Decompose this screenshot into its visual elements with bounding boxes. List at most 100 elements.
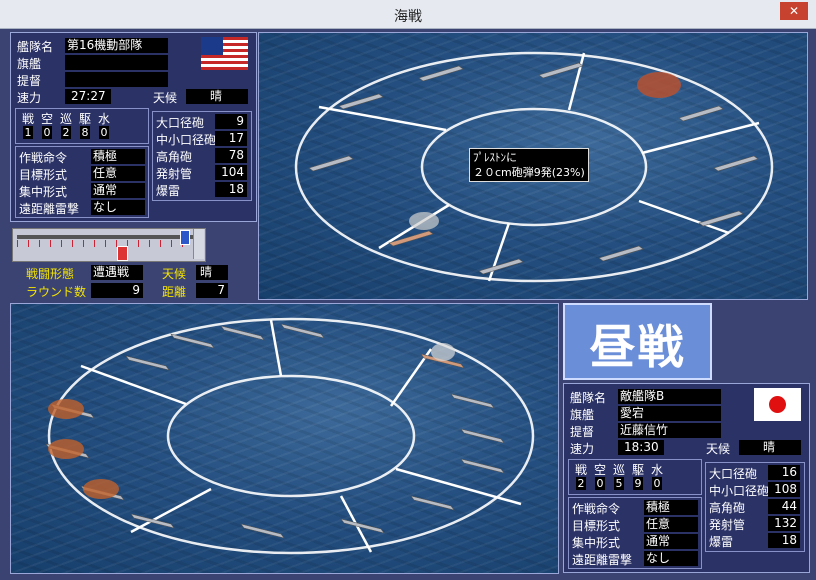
weapon-label: 爆雷 — [156, 184, 181, 198]
ship-icon — [538, 62, 584, 79]
order-label: 目標形式 — [19, 168, 68, 182]
enemy-weapons: 大口径砲 16 中小口径砲 108 高角砲 44 発射管 132 爆雷 18 — [705, 462, 805, 552]
formation-value: 遭遇戦 — [91, 265, 143, 280]
ship-type-header-bb: 戦 — [575, 463, 588, 477]
ship-icon — [450, 393, 495, 409]
ship-type-header-cv: 空 — [594, 463, 607, 477]
weapon-label: 高角砲 — [156, 150, 193, 164]
weapon-value: 108 — [768, 482, 800, 497]
round-label: ラウンド数 — [26, 285, 87, 299]
enemy-speed-label: 速力 — [570, 442, 595, 456]
game-window: 海戦 ✕ 艦隊名 第16機動部隊 旗艦 提督 速力 27:27 天候 晴 戦 空… — [0, 0, 816, 580]
ship-count-ss: 0 — [99, 126, 109, 139]
japan-flag-icon — [754, 388, 801, 421]
weapon-value: 18 — [768, 533, 800, 548]
weapon-label: 発射管 — [709, 518, 746, 532]
ship-count-bb: 1 — [23, 126, 33, 139]
weapon-label: 発射管 — [156, 167, 193, 181]
ship-count-cv: 0 — [595, 477, 605, 490]
smoke-icon — [431, 343, 455, 361]
fire-icon — [48, 399, 84, 419]
ship-type-header-ca: 巡 — [60, 112, 73, 126]
ship-icon — [460, 428, 505, 444]
enemy-fleet-panel: 艦隊名 敵艦隊B 旗艦 愛宕 提督 近藤信竹 速力 18:30 天候 晴 戦 空… — [563, 383, 810, 573]
allied-fleet-panel: 艦隊名 第16機動部隊 旗艦 提督 速力 27:27 天候 晴 戦 空 巡 駆 … — [10, 32, 257, 222]
enemy-fleet-name: 敵艦隊B — [618, 389, 721, 404]
usa-flag-icon — [201, 37, 248, 70]
order-label: 作戦命令 — [19, 151, 68, 165]
weapon-value: 16 — [768, 465, 800, 480]
weapon-label: 中小口径砲 — [156, 133, 217, 147]
battle-weather-value: 晴 — [196, 265, 228, 280]
ship-type-header-dd: 駆 — [79, 112, 92, 126]
allied-speed-value: 27:27 — [65, 89, 111, 104]
fire-icon — [637, 72, 681, 98]
order-value: なし — [91, 200, 145, 215]
enemy-battle-view[interactable] — [10, 303, 559, 574]
weapon-value: 17 — [215, 131, 247, 146]
ship-type-header-ca: 巡 — [613, 463, 626, 477]
allied-weapons: 大口径砲 9 中小口径砲 17 高角砲 78 発射管 104 爆雷 18 — [152, 111, 252, 201]
enemy-fleet-label: 艦隊名 — [570, 391, 607, 405]
close-button[interactable]: ✕ — [780, 2, 808, 20]
order-label: 遠距離雷撃 — [19, 202, 80, 216]
ship-type-header-bb: 戦 — [22, 112, 35, 126]
secondary-slider-thumb[interactable] — [117, 246, 128, 261]
battle-speed-slider[interactable] — [12, 228, 206, 262]
allied-speed-label: 速力 — [17, 91, 42, 105]
order-label: 集中形式 — [19, 185, 68, 199]
enemy-weather-value: 晴 — [739, 440, 801, 455]
weapon-value: 78 — [215, 148, 247, 163]
allied-battle-view[interactable]: ﾌﾟﾚｽﾄﾝに ２０cm砲弾9発(23%) — [258, 32, 808, 300]
ship-icon — [713, 155, 759, 172]
ship-count-dd: 9 — [633, 477, 643, 490]
ship-icon — [280, 323, 325, 339]
tooltip-target: ﾌﾟﾚｽﾄﾝに — [473, 151, 517, 164]
ship-icon — [478, 258, 524, 275]
enemy-formation-ring — [45, 317, 535, 555]
battle-weather-label: 天候 — [162, 267, 187, 281]
enemy-flagship-value: 愛宕 — [618, 406, 721, 421]
formation-label: 戦闘形態 — [26, 267, 75, 281]
enemy-weather-label: 天候 — [706, 442, 731, 456]
order-value: 積極 — [644, 500, 698, 515]
ship-icon — [698, 210, 744, 227]
weapon-label: 爆雷 — [709, 535, 734, 549]
weapon-value: 132 — [768, 516, 800, 531]
ship-icon — [308, 155, 354, 172]
enemy-admiral-value: 近藤信竹 — [618, 423, 721, 438]
ship-icon — [220, 325, 265, 341]
allied-fleet-name: 第16機動部隊 — [65, 38, 168, 53]
enemy-speed-value: 18:30 — [618, 440, 664, 455]
fire-icon — [48, 439, 84, 459]
phase-label: 昼戦 — [589, 320, 686, 374]
allied-weather-value: 晴 — [186, 89, 248, 104]
weapon-value: 9 — [215, 114, 247, 129]
allied-ship-types: 戦 空 巡 駆 水 1 0 2 8 0 — [15, 108, 149, 144]
weapon-label: 大口径砲 — [156, 116, 205, 130]
ship-type-header-ss: 水 — [98, 112, 111, 126]
order-value: 任意 — [91, 166, 145, 181]
distance-value: 7 — [196, 283, 228, 298]
ship-icon — [678, 105, 724, 122]
ship-count-bb: 2 — [576, 477, 586, 490]
title-bar: 海戦 ✕ — [0, 0, 816, 29]
ship-count-ca: 5 — [614, 477, 624, 490]
slider-thumb[interactable] — [179, 230, 190, 245]
ship-icon — [410, 495, 455, 511]
allied-fleet-label: 艦隊名 — [17, 40, 54, 54]
allied-flagship-value — [65, 55, 168, 70]
ship-type-header-ss: 水 — [651, 463, 664, 477]
order-value: 任意 — [644, 517, 698, 532]
window-title: 海戦 — [394, 9, 422, 25]
ship-icon — [125, 355, 170, 371]
ship-icon — [418, 65, 464, 82]
order-value: なし — [644, 551, 698, 566]
ship-count-cv: 0 — [42, 126, 52, 139]
weapon-label: 大口径砲 — [709, 467, 758, 481]
order-value: 積極 — [91, 149, 145, 164]
weapon-label: 高角砲 — [709, 501, 746, 515]
enemy-orders: 作戦命令 積極 目標形式 任意 集中形式 通常 遠距離雷撃 なし — [568, 497, 702, 569]
allied-admiral-label: 提督 — [17, 74, 42, 88]
ship-count-ss: 0 — [652, 477, 662, 490]
